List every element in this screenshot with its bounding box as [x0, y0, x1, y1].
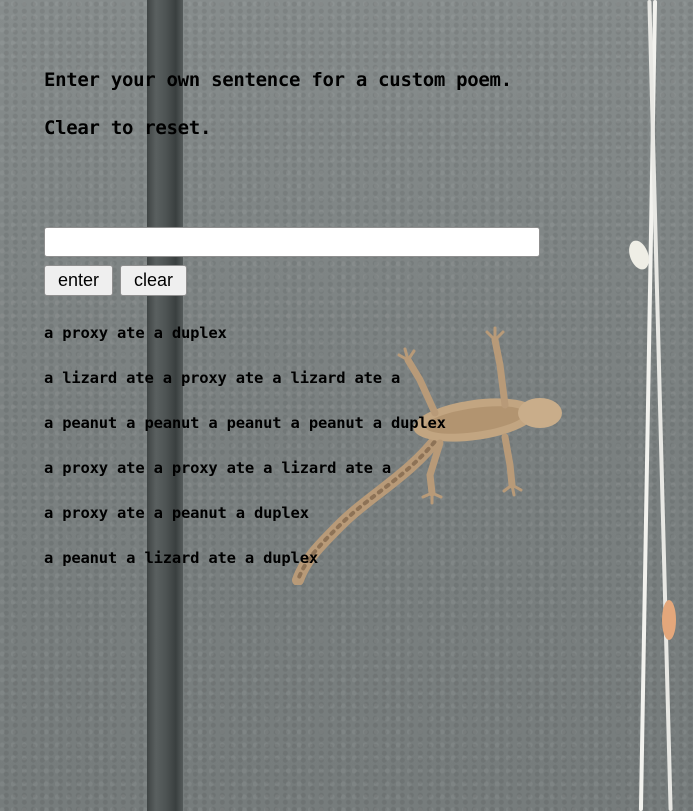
- poem-line: a peanut a lizard ate a duplex: [44, 549, 318, 567]
- poem-line: a proxy ate a peanut a duplex: [44, 504, 309, 522]
- sentence-input[interactable]: [44, 227, 540, 257]
- gecko-icon: [292, 326, 562, 585]
- instructions-line: Enter your own sentence for a custom poe…: [44, 69, 512, 91]
- poem-line: a proxy ate a duplex: [44, 324, 227, 342]
- enter-button[interactable]: enter: [44, 265, 113, 296]
- clear-button[interactable]: clear: [120, 265, 187, 296]
- reset-instructions-line: Clear to reset.: [44, 117, 212, 139]
- poem-line: a proxy ate a proxy ate a lizard ate a: [44, 459, 392, 477]
- background-light-bulb: [662, 600, 676, 640]
- poem-line: a peanut a peanut a peanut a peanut a du…: [44, 414, 446, 432]
- poem-line: a lizard ate a proxy ate a lizard ate a: [44, 369, 401, 387]
